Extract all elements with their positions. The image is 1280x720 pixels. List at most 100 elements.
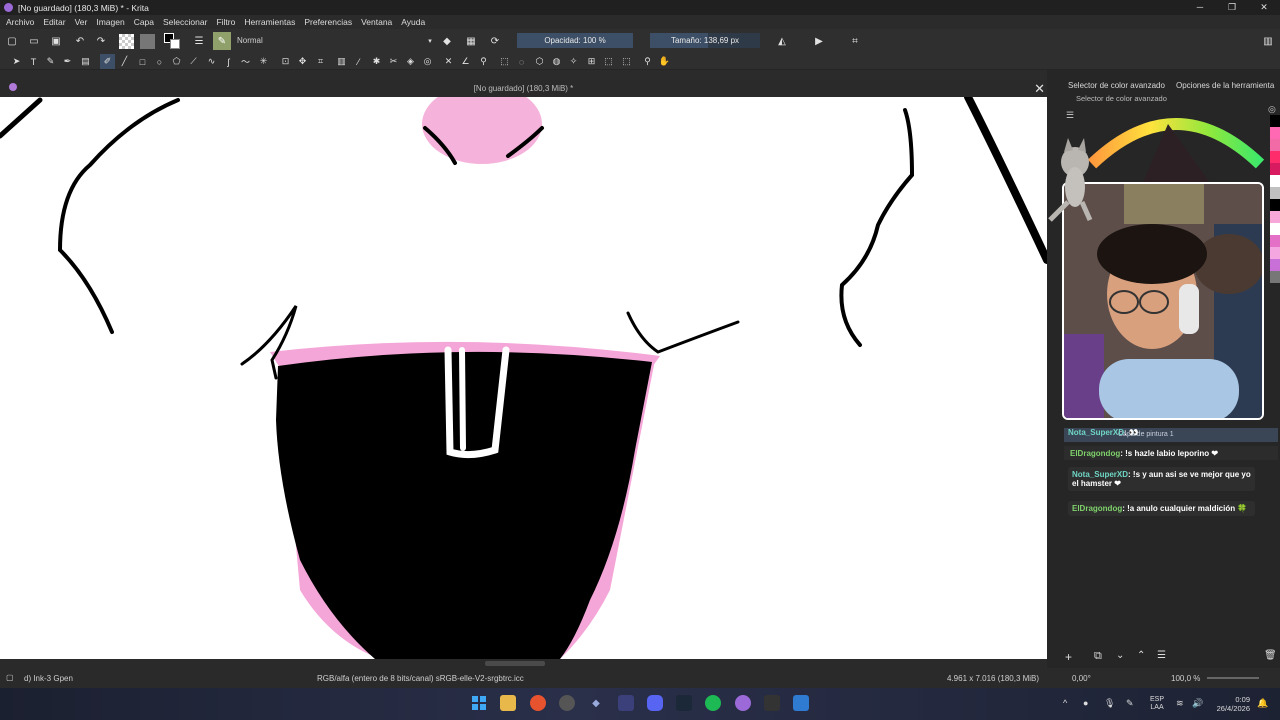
mirror-horizontal-icon[interactable]: ◭ <box>776 35 788 47</box>
close-button[interactable]: ✕ <box>1248 0 1280 15</box>
menu-ver[interactable]: Ver <box>75 17 88 27</box>
menu-capa[interactable]: Capa <box>134 17 154 27</box>
fill-pattern-icon[interactable]: ▤ <box>80 56 91 67</box>
mirror-vertical-icon[interactable]: ▶ <box>813 35 825 47</box>
krita-taskbar-icon[interactable] <box>735 695 751 711</box>
brush-preset-icon[interactable]: ✎ <box>213 32 231 50</box>
menu-imagen[interactable]: Imagen <box>96 17 124 27</box>
menu-ayuda[interactable]: Ayuda <box>401 17 425 27</box>
blend-mode-select[interactable]: Normal <box>234 33 432 48</box>
gradient-tool-icon[interactable]: ▥ <box>336 56 347 67</box>
layer-properties-icon[interactable]: ☰ <box>1157 650 1166 661</box>
scrollbar-thumb[interactable] <box>485 661 545 666</box>
line-tool-icon[interactable]: ╱ <box>119 56 130 67</box>
eraser-icon[interactable]: ◆ <box>441 35 453 47</box>
bezier-tool-icon[interactable]: ∿ <box>206 56 217 67</box>
move-down-icon[interactable]: ⌄ <box>1116 650 1124 661</box>
chevron-down-icon[interactable]: ▾ <box>424 35 436 47</box>
dynamic-brush-icon[interactable]: 〜 <box>240 56 251 67</box>
minimize-button[interactable]: ─ <box>1184 0 1216 15</box>
polygon-select-icon[interactable]: ⬡ <box>534 56 545 67</box>
zoom-slider[interactable] <box>1207 677 1259 679</box>
docker-menu-icon[interactable]: ☰ <box>1066 110 1074 121</box>
delete-layer-icon[interactable]: 🗑 <box>1264 650 1277 661</box>
redo-icon[interactable]: ↷ <box>95 35 107 47</box>
rotation-value[interactable]: 0,00° <box>1072 674 1091 683</box>
reload-preset-icon[interactable]: ⟳ <box>489 35 501 47</box>
menu-archivo[interactable]: Archivo <box>6 17 34 27</box>
polygon-tool-icon[interactable]: ⬠ <box>171 56 182 67</box>
size-slider[interactable]: Tamaño: 138,69 px <box>650 33 760 48</box>
rect-select-icon[interactable]: ⬚ <box>499 56 510 67</box>
canvas-scrollbar[interactable] <box>0 659 1047 668</box>
discord-icon[interactable] <box>647 695 663 711</box>
workspace-icon[interactable]: ▥ <box>1262 35 1274 47</box>
menu-preferencias[interactable]: Preferencias <box>304 17 352 27</box>
tab-color-selector[interactable]: Selector de color avanzado <box>1068 81 1165 90</box>
smart-patch-icon[interactable]: ✱ <box>371 56 382 67</box>
freehand-select-icon[interactable]: ◍ <box>551 56 562 67</box>
obs-icon[interactable] <box>764 695 780 711</box>
brush-indicator-icon[interactable]: ▢ <box>6 673 14 682</box>
pattern-swatch[interactable] <box>140 34 155 49</box>
menu-ventana[interactable]: Ventana <box>361 17 392 27</box>
edit-shapes-icon[interactable]: ✎ <box>45 56 56 67</box>
color-history-strip[interactable] <box>1270 115 1280 335</box>
tray-chevron-icon[interactable]: ^ <box>1063 698 1067 708</box>
text-tool-icon[interactable]: T <box>28 56 39 67</box>
ellipse-select-icon[interactable]: ◌ <box>516 56 527 67</box>
save-icon[interactable]: ▣ <box>50 35 62 47</box>
magic-wand-icon[interactable]: ✧ <box>568 56 579 67</box>
move-up-icon[interactable]: ⌃ <box>1137 650 1145 661</box>
close-document-icon[interactable]: ✕ <box>1034 81 1045 97</box>
config-icon[interactable]: ◎ <box>1268 104 1276 115</box>
select-shapes-icon[interactable]: ➤ <box>11 56 22 67</box>
zoom-value[interactable]: 100,0 % <box>1171 674 1200 683</box>
freehand-brush-icon[interactable]: ✐ <box>100 54 115 69</box>
paint-icon[interactable] <box>793 695 809 711</box>
color-picker-icon[interactable]: ⁄ <box>353 56 364 67</box>
menu-filtro[interactable]: Filtro <box>216 17 235 27</box>
colorize-mask-icon[interactable]: ✂ <box>388 56 399 67</box>
measure-tool-icon[interactable]: ∠ <box>460 56 471 67</box>
calligraphy-icon[interactable]: ✒ <box>62 56 73 67</box>
ellipse-tool-icon[interactable]: ○ <box>154 56 165 67</box>
pen-icon[interactable]: ✎ <box>1126 698 1134 709</box>
maximize-button[interactable]: ❐ <box>1216 0 1248 15</box>
assistant-tool-icon[interactable]: ✕ <box>443 56 454 67</box>
undo-icon[interactable]: ↶ <box>74 35 86 47</box>
file-explorer-icon[interactable] <box>500 695 516 711</box>
wifi-icon[interactable]: ≋ <box>1176 698 1184 709</box>
fg-bg-color-icon[interactable] <box>164 33 180 49</box>
start-icon[interactable] <box>471 695 487 711</box>
drawing-canvas[interactable] <box>0 97 1047 659</box>
brush-settings-icon[interactable]: ☰ <box>193 35 205 47</box>
duplicate-layer-icon[interactable]: ⧉ <box>1094 650 1102 663</box>
menu-herramientas[interactable]: Herramientas <box>244 17 295 27</box>
magnetic-select-icon[interactable]: ⬚ <box>621 56 632 67</box>
rectangle-tool-icon[interactable]: □ <box>137 56 148 67</box>
menu-seleccionar[interactable]: Seleccionar <box>163 17 207 27</box>
audio-app-icon[interactable] <box>618 695 634 711</box>
open-folder-icon[interactable]: ▭ <box>28 35 40 47</box>
wrap-around-icon[interactable]: ⌗ <box>849 35 861 47</box>
document-tab[interactable]: [No guardado] (180,3 MiB) * ✕ <box>0 80 1047 97</box>
move-tool-icon[interactable]: ✥ <box>297 56 308 67</box>
brave-icon[interactable] <box>530 695 546 711</box>
crop-tool-icon[interactable]: ⌗ <box>315 56 326 67</box>
multibrush-icon[interactable]: ✳ <box>258 56 269 67</box>
tray-app-icon[interactable]: ● <box>1083 698 1088 708</box>
language-indicator[interactable]: ESP LAA <box>1150 696 1164 712</box>
tab-tool-options[interactable]: Opciones de la herramienta <box>1176 81 1274 90</box>
app-icon[interactable]: ◆ <box>588 695 604 711</box>
polyline-tool-icon[interactable]: ⟋ <box>188 56 199 67</box>
microphone-icon[interactable]: 🎙 <box>1104 698 1115 709</box>
freehand-path-icon[interactable]: ʃ <box>223 56 234 67</box>
bezier-select-icon[interactable]: ⬚ <box>603 56 614 67</box>
opacity-slider[interactable]: Opacidad: 100 % <box>517 33 633 48</box>
zoom-tool-icon[interactable]: ⚲ <box>642 56 653 67</box>
spotify-icon[interactable] <box>705 695 721 711</box>
enclose-fill-icon[interactable]: ◎ <box>422 56 433 67</box>
steam-icon[interactable] <box>676 695 692 711</box>
new-document-icon[interactable]: ▢ <box>6 35 18 47</box>
